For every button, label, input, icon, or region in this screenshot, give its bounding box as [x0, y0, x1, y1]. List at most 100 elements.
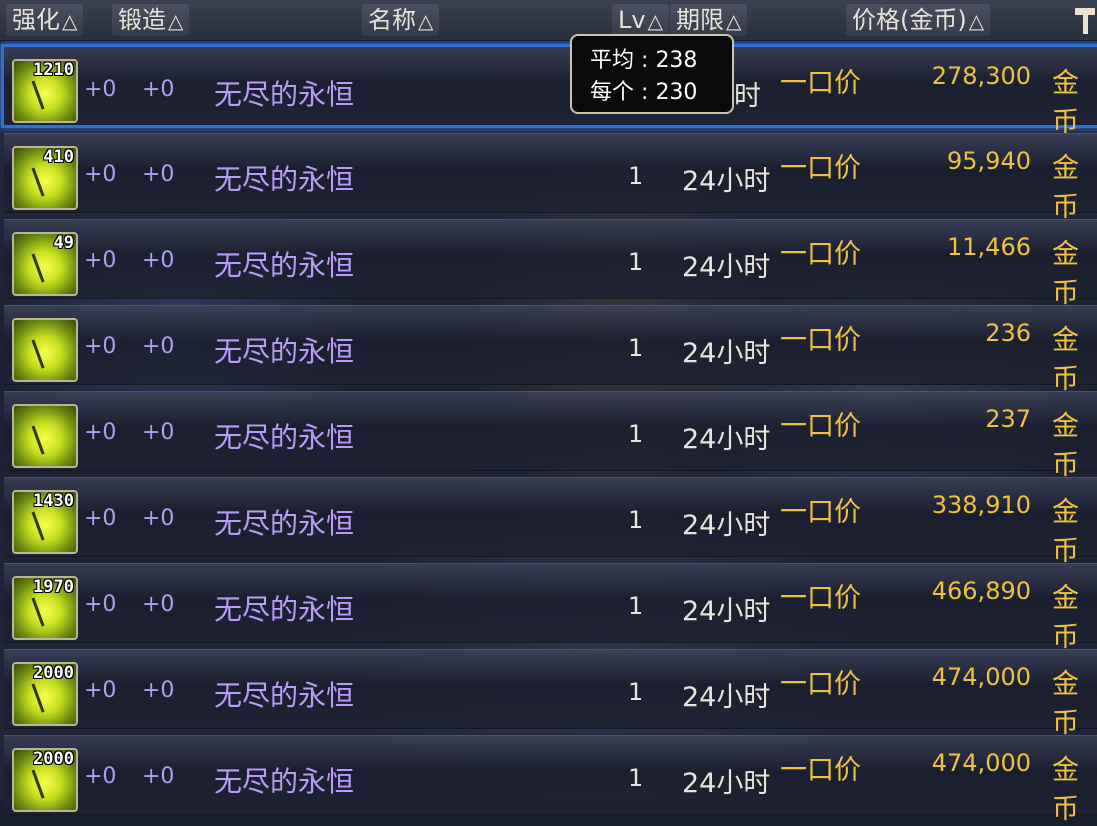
item-price: 237	[985, 405, 1031, 433]
leaf-icon	[31, 419, 62, 455]
item-icon[interactable]: 2000	[12, 662, 78, 726]
item-icon[interactable]: 1210	[12, 59, 78, 123]
header-price-label: 价格(金币)	[852, 6, 967, 34]
bid-type: 一口价	[780, 153, 861, 184]
bid-type: 一口价	[780, 411, 861, 442]
forge-value: +0	[142, 764, 175, 789]
item-name: 无尽的永恒	[214, 421, 355, 454]
item-period: 24小时	[682, 166, 771, 197]
item-level: 1	[628, 678, 644, 706]
item-name: 无尽的永恒	[214, 78, 355, 111]
auction-item-row[interactable]: +0 +0 无尽的永恒 1 24小时 一口价 237 金币	[4, 391, 1097, 481]
currency-label: 金币	[1052, 669, 1079, 739]
header-enhance[interactable]: 强化 △	[6, 4, 84, 36]
tooltip-each: 每个 : 230	[590, 74, 697, 106]
enhance-value: +0	[84, 506, 117, 531]
bid-type: 一口价	[780, 497, 861, 528]
auction-item-row[interactable]: 2000 +0 +0 无尽的永恒 1 24小时 一口价 474,000 金币	[4, 735, 1097, 825]
currency-label: 金币	[1052, 411, 1079, 481]
price-tooltip: 平均 : 238 每个 : 230	[570, 34, 734, 114]
forge-value: +0	[142, 420, 175, 445]
item-icon[interactable]: 49	[12, 232, 78, 296]
bid-type: 一口价	[780, 755, 861, 786]
item-period: 24小时	[682, 510, 771, 541]
enhance-value: +0	[84, 420, 117, 445]
forge-value: +0	[142, 592, 175, 617]
tooltip-average-label: 平均	[590, 48, 635, 73]
header-lv[interactable]: Lv △	[612, 4, 669, 36]
header-period-label: 期限	[676, 6, 724, 34]
item-name: 无尽的永恒	[214, 507, 355, 540]
bid-type: 一口价	[780, 325, 861, 356]
item-name: 无尽的永恒	[214, 163, 355, 196]
item-level: 1	[628, 592, 644, 620]
item-level: 1	[628, 420, 644, 448]
item-period: 24小时	[682, 682, 771, 713]
item-level: 1	[628, 248, 644, 276]
auction-item-row[interactable]: 49 +0 +0 无尽的永恒 1 24小时 一口价 11,466 金币	[4, 219, 1097, 309]
item-quantity: 2000	[33, 749, 74, 769]
hammer-icon[interactable]	[1074, 6, 1096, 34]
header-name-label: 名称	[368, 6, 416, 34]
auction-item-row[interactable]: +0 +0 无尽的永恒 1 24小时 一口价 236 金币	[4, 305, 1097, 395]
header-forge[interactable]: 锻造 △	[112, 4, 190, 36]
bid-type: 一口价	[780, 669, 861, 700]
tooltip-each-value: 230	[655, 80, 698, 105]
bid-type: 一口价	[780, 239, 861, 270]
item-period: 24小时	[682, 768, 771, 799]
tooltip-average-value: 238	[655, 48, 698, 73]
item-name: 无尽的永恒	[214, 335, 355, 368]
item-icon[interactable]: 1970	[12, 576, 78, 640]
auction-item-row[interactable]: 2000 +0 +0 无尽的永恒 1 24小时 一口价 474,000 金币	[4, 649, 1097, 739]
header-name[interactable]: 名称 △	[362, 4, 440, 36]
item-icon[interactable]	[12, 318, 78, 382]
item-level: 1	[628, 506, 644, 534]
item-icon[interactable]: 1430	[12, 490, 78, 554]
item-icon[interactable]: 410	[12, 146, 78, 210]
currency-label: 金币	[1052, 68, 1079, 138]
currency-label: 金币	[1052, 583, 1079, 653]
tooltip-each-label: 每个	[590, 80, 635, 105]
item-price: 11,466	[947, 233, 1031, 261]
column-header-bar: 强化 △ 锻造 △ 名称 △ Lv △ 期限 △ 价格(金币) △	[0, 0, 1097, 41]
auction-item-row[interactable]: 410 +0 +0 无尽的永恒 1 24小时 一口价 95,940 金币	[4, 133, 1097, 223]
item-price: 338,910	[931, 491, 1031, 519]
item-price: 474,000	[931, 663, 1031, 691]
item-name: 无尽的永恒	[214, 679, 355, 712]
tooltip-separator: :	[641, 80, 649, 105]
item-level: 1	[628, 162, 644, 190]
item-level: 1	[628, 334, 644, 362]
item-price: 95,940	[947, 147, 1031, 175]
enhance-value: +0	[84, 678, 117, 703]
item-quantity: 1430	[33, 491, 74, 511]
header-period[interactable]: 期限 △	[670, 4, 748, 36]
item-price: 466,890	[931, 577, 1031, 605]
sort-triangle-icon: △	[647, 9, 663, 33]
enhance-value: +0	[84, 77, 117, 102]
sort-triangle-icon: △	[418, 9, 434, 33]
sort-triangle-icon: △	[62, 9, 78, 33]
auction-item-row[interactable]: 1210 +0 +0 无尽的永恒 时一口价 278,300 金币	[1, 44, 1097, 138]
forge-value: +0	[142, 334, 175, 359]
header-price[interactable]: 价格(金币) △	[846, 4, 991, 36]
item-quantity: 1970	[33, 577, 74, 597]
auction-item-row[interactable]: 1970 +0 +0 无尽的永恒 1 24小时 一口价 466,890 金币	[4, 563, 1097, 653]
item-period: 24小时	[682, 338, 771, 369]
item-name: 无尽的永恒	[214, 249, 355, 282]
currency-label: 金币	[1052, 239, 1079, 309]
item-period: 时	[734, 81, 761, 112]
auction-item-row[interactable]: 1430 +0 +0 无尽的永恒 1 24小时 一口价 338,910 金币	[4, 477, 1097, 567]
currency-label: 金币	[1052, 755, 1079, 825]
forge-value: +0	[142, 77, 175, 102]
enhance-value: +0	[84, 764, 117, 789]
currency-label: 金币	[1052, 153, 1079, 223]
currency-label: 金币	[1052, 497, 1079, 567]
tooltip-average: 平均 : 238	[590, 42, 697, 74]
item-icon[interactable]	[12, 404, 78, 468]
item-quantity: 2000	[33, 663, 74, 683]
item-icon[interactable]: 2000	[12, 748, 78, 812]
enhance-value: +0	[84, 162, 117, 187]
sort-triangle-icon: △	[168, 9, 184, 33]
item-quantity: 1210	[33, 60, 74, 80]
item-period: 24小时	[682, 596, 771, 627]
